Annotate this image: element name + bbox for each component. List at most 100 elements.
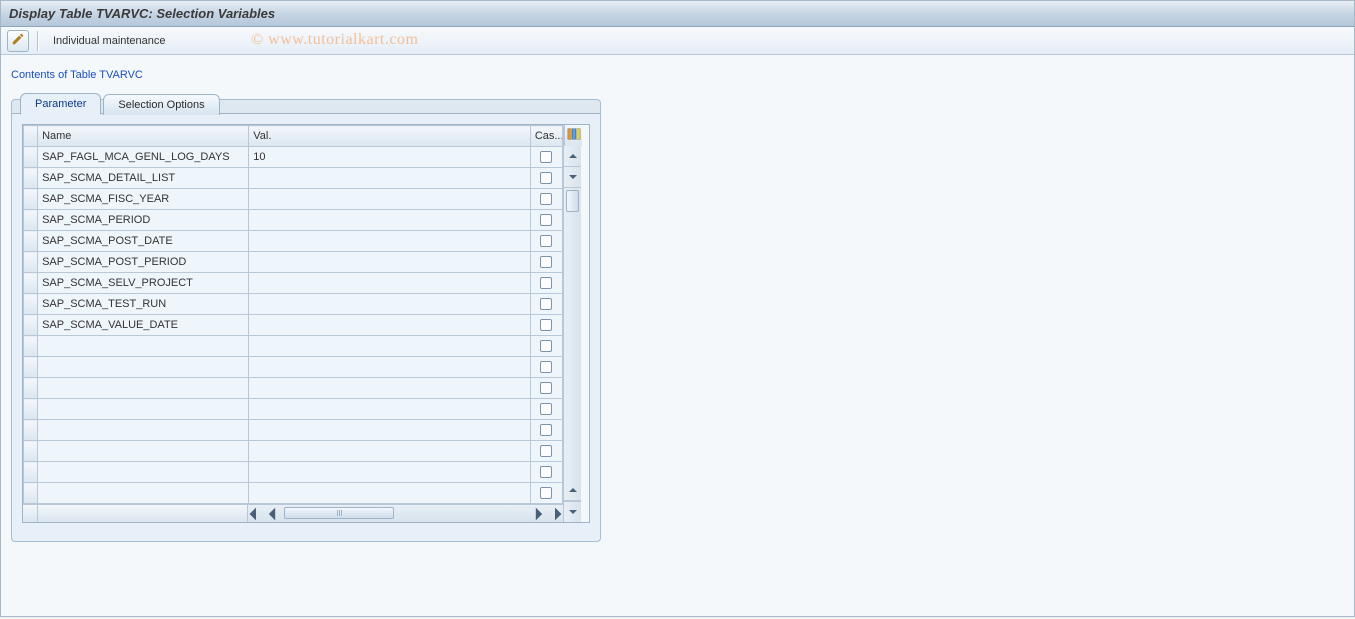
hscroll-thumb[interactable] <box>284 507 394 519</box>
cell-case-checkbox[interactable] <box>530 420 562 441</box>
row-selector[interactable] <box>24 189 38 210</box>
cell-name[interactable]: SAP_SCMA_POST_DATE <box>38 231 249 252</box>
cell-name[interactable] <box>38 441 249 462</box>
cell-case-checkbox[interactable] <box>530 399 562 420</box>
table-columns-icon <box>567 127 581 144</box>
cell-case-checkbox[interactable] <box>530 252 562 273</box>
table-row <box>24 462 563 483</box>
cell-case-checkbox[interactable] <box>530 357 562 378</box>
column-header-selector[interactable] <box>24 126 38 147</box>
row-selector[interactable] <box>24 483 38 504</box>
cell-case-checkbox[interactable] <box>530 336 562 357</box>
row-selector[interactable] <box>24 315 38 336</box>
hscroll-right-right-icon[interactable] <box>547 505 563 522</box>
cell-case-checkbox[interactable] <box>530 294 562 315</box>
cell-value[interactable] <box>249 252 531 273</box>
vscroll-down-icon[interactable] <box>564 501 581 522</box>
row-selector[interactable] <box>24 336 38 357</box>
page-title: Display Table TVARVC: Selection Variable… <box>9 6 275 21</box>
checkbox-icon <box>540 298 552 310</box>
row-selector[interactable] <box>24 378 38 399</box>
cell-value[interactable] <box>249 231 531 252</box>
edit-pencil-button[interactable] <box>7 30 29 52</box>
cell-case-checkbox[interactable] <box>530 315 562 336</box>
cell-name[interactable]: SAP_SCMA_FISC_YEAR <box>38 189 249 210</box>
table-row: SAP_SCMA_TEST_RUN <box>24 294 563 315</box>
column-header-value[interactable]: Val. <box>249 126 531 147</box>
row-selector[interactable] <box>24 273 38 294</box>
cell-name[interactable]: SAP_FAGL_MCA_GENL_LOG_DAYS <box>38 147 249 168</box>
column-header-name[interactable]: Name <box>38 126 249 147</box>
cell-name[interactable]: SAP_SCMA_SELV_PROJECT <box>38 273 249 294</box>
cell-name[interactable]: SAP_SCMA_PERIOD <box>38 210 249 231</box>
cell-name[interactable] <box>38 399 249 420</box>
cell-case-checkbox[interactable] <box>530 168 562 189</box>
cell-value[interactable] <box>249 315 531 336</box>
cell-name[interactable]: SAP_SCMA_VALUE_DATE <box>38 315 249 336</box>
cell-value[interactable] <box>249 357 531 378</box>
cell-case-checkbox[interactable] <box>530 273 562 294</box>
cell-value[interactable] <box>249 189 531 210</box>
row-selector[interactable] <box>24 399 38 420</box>
row-selector[interactable] <box>24 441 38 462</box>
cell-case-checkbox[interactable] <box>530 147 562 168</box>
tab-selection-options[interactable]: Selection Options <box>103 94 219 115</box>
vscroll-up-icon[interactable] <box>564 146 581 167</box>
cell-name[interactable] <box>38 420 249 441</box>
tab-parameter[interactable]: Parameter <box>20 93 101 115</box>
cell-value[interactable] <box>249 420 531 441</box>
row-selector[interactable] <box>24 252 38 273</box>
cell-value[interactable] <box>249 210 531 231</box>
row-selector[interactable] <box>24 231 38 252</box>
cell-case-checkbox[interactable] <box>530 231 562 252</box>
hscroll-left-left-icon[interactable] <box>248 505 264 522</box>
row-selector[interactable] <box>24 147 38 168</box>
hscroll-left-icon[interactable] <box>264 505 280 522</box>
cell-value[interactable] <box>249 273 531 294</box>
cell-name[interactable] <box>38 336 249 357</box>
cell-value[interactable] <box>249 294 531 315</box>
hscroll-right-icon[interactable] <box>531 505 547 522</box>
table-row: SAP_FAGL_MCA_GENL_LOG_DAYS10 <box>24 147 563 168</box>
cell-case-checkbox[interactable] <box>530 189 562 210</box>
checkbox-icon <box>540 151 552 163</box>
cell-value[interactable] <box>249 336 531 357</box>
cell-case-checkbox[interactable] <box>530 210 562 231</box>
cell-case-checkbox[interactable] <box>530 441 562 462</box>
row-selector[interactable] <box>24 420 38 441</box>
cell-value[interactable] <box>249 378 531 399</box>
cell-name[interactable]: SAP_SCMA_DETAIL_LIST <box>38 168 249 189</box>
table-row: SAP_SCMA_POST_PERIOD <box>24 252 563 273</box>
cell-value[interactable] <box>249 399 531 420</box>
individual-maintenance-button[interactable]: Individual maintenance <box>47 35 172 47</box>
row-selector[interactable] <box>24 294 38 315</box>
row-selector[interactable] <box>24 210 38 231</box>
cell-name[interactable] <box>38 462 249 483</box>
vscroll-down-first-icon[interactable] <box>564 167 581 188</box>
cell-value[interactable] <box>249 441 531 462</box>
vscroll-up-bottom-icon[interactable] <box>564 480 581 501</box>
row-selector[interactable] <box>24 462 38 483</box>
column-header-case[interactable]: Cas... <box>530 126 562 147</box>
vscroll-thumb[interactable] <box>566 190 579 212</box>
cell-value[interactable] <box>249 462 531 483</box>
cell-name[interactable] <box>38 357 249 378</box>
table-settings-button[interactable] <box>564 125 582 146</box>
cell-value[interactable] <box>249 168 531 189</box>
vscroll-track[interactable] <box>564 214 581 480</box>
hscroll-track[interactable] <box>280 505 531 522</box>
cell-name[interactable]: SAP_SCMA_TEST_RUN <box>38 294 249 315</box>
subtitle-link[interactable]: Contents of Table TVARVC <box>11 69 1344 81</box>
horizontal-scrollbar <box>23 504 563 522</box>
cell-name[interactable]: SAP_SCMA_POST_PERIOD <box>38 252 249 273</box>
table-row: SAP_SCMA_DETAIL_LIST <box>24 168 563 189</box>
cell-case-checkbox[interactable] <box>530 378 562 399</box>
cell-name[interactable] <box>38 378 249 399</box>
cell-value[interactable] <box>249 483 531 504</box>
cell-name[interactable] <box>38 483 249 504</box>
row-selector[interactable] <box>24 168 38 189</box>
cell-case-checkbox[interactable] <box>530 462 562 483</box>
cell-case-checkbox[interactable] <box>530 483 562 504</box>
cell-value[interactable]: 10 <box>249 147 531 168</box>
row-selector[interactable] <box>24 357 38 378</box>
